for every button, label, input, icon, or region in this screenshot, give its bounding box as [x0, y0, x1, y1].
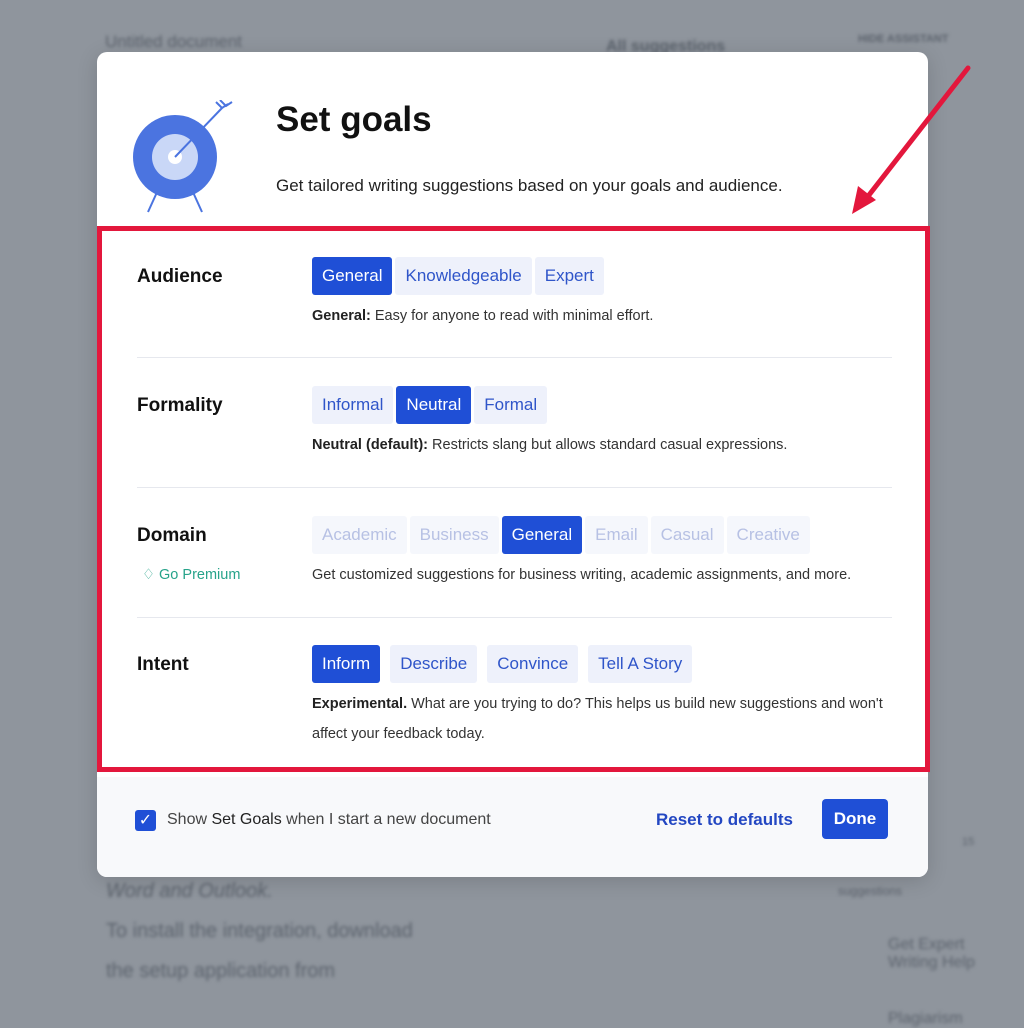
option-business[interactable]: Business: [409, 516, 499, 554]
section-label: Audience: [137, 266, 223, 287]
section-label: Domain: [137, 525, 207, 546]
option-convince[interactable]: Convince: [487, 645, 579, 683]
option-knowledgeable[interactable]: Knowledgeable: [395, 257, 532, 295]
show-set-goals-checkbox[interactable]: ✓: [135, 810, 156, 831]
section-description: General: Easy for anyone to read with mi…: [312, 308, 654, 324]
section-label: Formality: [137, 395, 223, 416]
done-button[interactable]: Done: [822, 799, 888, 839]
option-describe[interactable]: Describe: [390, 645, 478, 683]
plagiarism: Plagiarism: [888, 1010, 963, 1027]
doc-line: To install the integration, download: [106, 920, 413, 942]
reset-to-defaults-button[interactable]: Reset to defaults: [656, 810, 793, 830]
section-description: Experimental. What are you trying to do?…: [312, 696, 883, 742]
option-general[interactable]: General: [501, 516, 583, 554]
doc-line: Word and Outlook.: [106, 880, 273, 902]
section-label: Intent: [137, 654, 189, 675]
option-casual[interactable]: Casual: [650, 516, 724, 554]
option-email[interactable]: Email: [585, 516, 648, 554]
audience-options: General Knowledgeable Expert: [312, 257, 604, 295]
option-academic[interactable]: Academic: [312, 516, 407, 554]
go-premium-link[interactable]: ♢ Go Premium: [142, 567, 240, 583]
divider: [137, 357, 892, 358]
hide-assistant-button: HIDE ASSISTANT: [858, 33, 949, 45]
divider: [137, 617, 892, 618]
intent-options: Inform Describe Convince Tell A Story: [312, 645, 693, 683]
formality-options: Informal Neutral Formal: [312, 386, 548, 424]
suggestions-label: suggestions: [838, 884, 903, 898]
target-arrow-icon: [133, 100, 233, 213]
diamond-icon: ♢: [142, 567, 155, 583]
dialog-subtitle: Get tailored writing suggestions based o…: [276, 176, 783, 195]
expert-help: Get Expert Writing Help: [888, 936, 975, 971]
option-general[interactable]: General: [312, 257, 393, 295]
domain-options: Academic Business General Email Casual C…: [312, 516, 810, 554]
option-tell-a-story[interactable]: Tell A Story: [588, 645, 693, 683]
option-expert[interactable]: Expert: [534, 257, 604, 295]
option-formal[interactable]: Formal: [474, 386, 548, 424]
section-description: Neutral (default): Restricts slang but a…: [312, 437, 788, 453]
page-title: Set goals: [276, 100, 432, 139]
doc-title: Untitled document: [105, 32, 243, 51]
option-creative[interactable]: Creative: [726, 516, 810, 554]
checkbox-label: Show Set Goals when I start a new docume…: [167, 811, 491, 828]
option-informal[interactable]: Informal: [312, 386, 394, 424]
goals-settings-highlight: Audience General Knowledgeable Expert Ge…: [97, 226, 930, 772]
suggestions-count: 15: [962, 836, 975, 848]
section-description: Get customized suggestions for business …: [312, 567, 852, 583]
option-inform[interactable]: Inform: [312, 645, 381, 683]
divider: [137, 487, 892, 488]
dialog-footer: ✓ Show Set Goals when I start a new docu…: [97, 777, 928, 877]
option-neutral[interactable]: Neutral: [396, 386, 472, 424]
doc-line: the setup application from: [106, 960, 336, 982]
